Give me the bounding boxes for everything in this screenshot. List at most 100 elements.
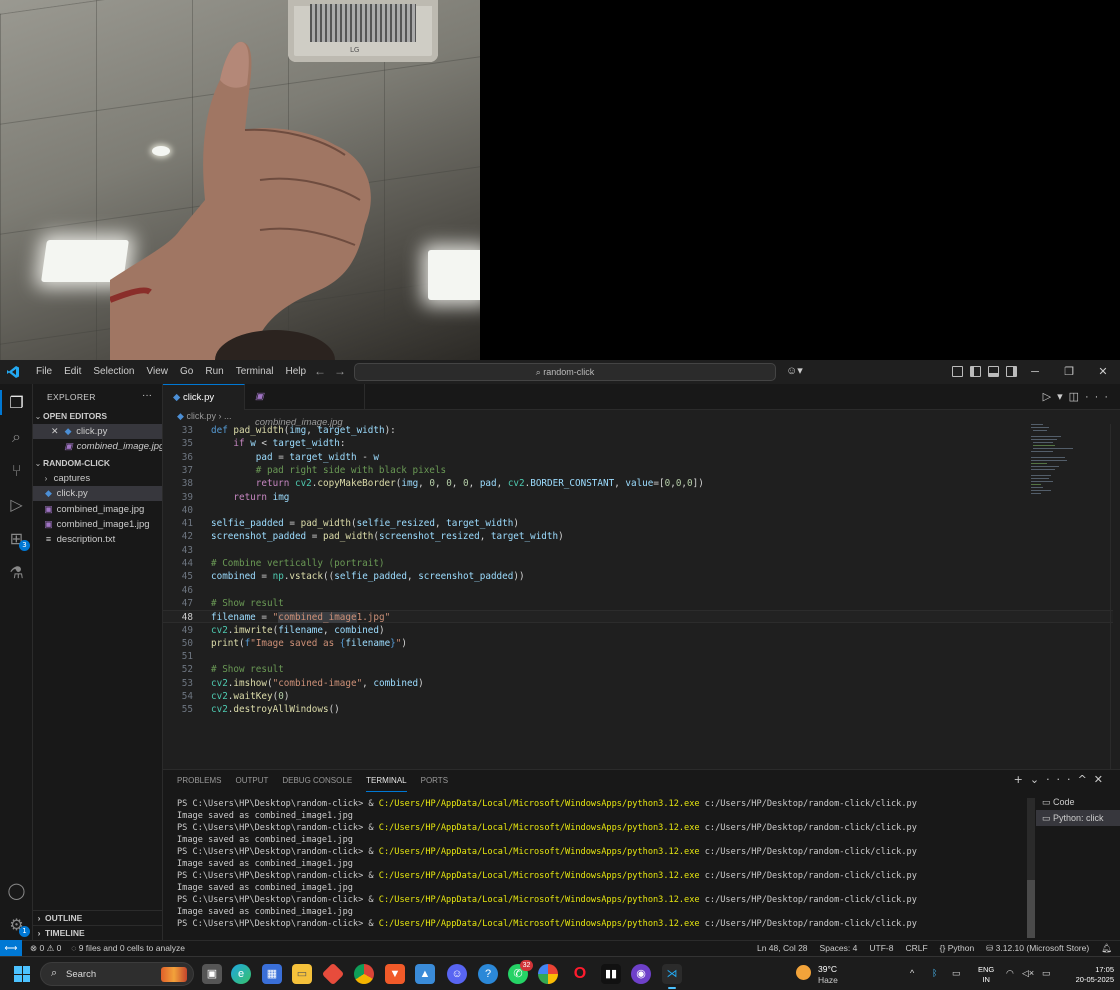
- chevron-down-icon[interactable]: ⌄: [1030, 773, 1046, 786]
- pinwheel-app-icon[interactable]: [538, 964, 558, 984]
- sidebar-bottom-sections: › OUTLINE › TIMELINE: [33, 910, 163, 940]
- folder-item-captures[interactable]: › captures: [33, 471, 162, 486]
- task-view-icon[interactable]: ▣: [202, 964, 222, 984]
- windows-start-icon[interactable]: [14, 966, 30, 982]
- copilot-icon[interactable]: ☺▾: [786, 364, 803, 377]
- wifi-icon[interactable]: ◠: [1006, 968, 1014, 979]
- menu-help[interactable]: Help: [280, 360, 313, 384]
- minimap[interactable]: [1029, 422, 1089, 502]
- source-control-icon[interactable]: ⑂: [6, 460, 27, 481]
- run-debug-icon[interactable]: ▷: [6, 494, 27, 515]
- vscode-taskbar-icon[interactable]: ⋊: [662, 964, 682, 989]
- terminal-item-code[interactable]: ▭ Code: [1036, 794, 1120, 810]
- terminal-item-python[interactable]: ▭ Python: click: [1036, 810, 1120, 826]
- breadcrumb-more[interactable]: ...: [224, 411, 232, 421]
- language-mode[interactable]: {} Python: [940, 941, 975, 956]
- back-arrow-icon[interactable]: ←: [314, 364, 334, 378]
- testing-icon[interactable]: ⚗: [6, 562, 27, 583]
- menu-file[interactable]: File: [30, 360, 58, 384]
- menu-run[interactable]: Run: [199, 360, 229, 384]
- new-terminal-icon[interactable]: +: [1014, 773, 1030, 786]
- explorer-icon[interactable]: ❐: [0, 390, 27, 415]
- split-editor-icon[interactable]: ◫: [1069, 391, 1085, 403]
- terminal-scrollbar[interactable]: [1027, 798, 1035, 938]
- cursor-position[interactable]: Ln 48, Col 28: [757, 941, 808, 956]
- breadcrumb-file[interactable]: click.py: [186, 411, 216, 421]
- menu-edit[interactable]: Edit: [58, 360, 87, 384]
- terminal-output[interactable]: PS C:\Users\HP\Desktop\random-click> & C…: [177, 798, 1027, 930]
- tab-click-py[interactable]: ◆ click.py: [163, 384, 245, 410]
- forward-arrow-icon[interactable]: →: [334, 364, 354, 378]
- tab-terminal[interactable]: TERMINAL: [366, 770, 407, 792]
- file-item[interactable]: ◆ click.py: [33, 486, 162, 501]
- app-diamond-icon[interactable]: [321, 962, 345, 986]
- bluetooth-icon[interactable]: ᛒ: [932, 968, 937, 978]
- extensions-icon[interactable]: ⊞ 3: [6, 528, 30, 551]
- account-icon[interactable]: ◯: [6, 880, 27, 901]
- more-actions-icon[interactable]: ···: [1085, 391, 1114, 403]
- display-icon[interactable]: ▭: [952, 968, 961, 979]
- show-hidden-icons-icon[interactable]: ^: [910, 968, 914, 978]
- search-icon[interactable]: ⌕: [6, 426, 27, 447]
- toggle-panel-icon[interactable]: [988, 366, 999, 377]
- tab-output[interactable]: OUTPUT: [235, 770, 268, 792]
- minimize-icon[interactable]: ─: [1018, 360, 1052, 384]
- photos-app-icon[interactable]: ▲: [415, 964, 435, 984]
- volume-muted-icon[interactable]: ◁×: [1022, 968, 1034, 979]
- folder-section[interactable]: ⌄ RANDOM-CLICK: [33, 456, 162, 471]
- menu-terminal[interactable]: Terminal: [230, 360, 280, 384]
- edge-icon[interactable]: e: [231, 964, 251, 984]
- taskbar-search[interactable]: ⌕ Search: [40, 962, 194, 986]
- restore-icon[interactable]: ❐: [1052, 360, 1086, 384]
- python-interpreter[interactable]: ⛁ 3.12.10 (Microsoft Store): [986, 941, 1089, 956]
- battery-icon[interactable]: ▭: [1042, 968, 1051, 979]
- command-center-search[interactable]: ⌕ random-click: [354, 363, 776, 381]
- open-editors-section[interactable]: ⌄ OPEN EDITORS: [33, 409, 162, 424]
- open-editor-item[interactable]: ✕ ◆ click.py: [33, 424, 162, 439]
- maximize-panel-icon[interactable]: ^: [1078, 773, 1094, 786]
- opera-icon[interactable]: O: [570, 964, 590, 984]
- language-indicator[interactable]: ENG IN: [978, 965, 994, 985]
- notifications-icon[interactable]: 🔔︎: [1101, 941, 1112, 956]
- close-panel-icon[interactable]: ✕: [1094, 773, 1110, 786]
- more-actions-icon[interactable]: ···: [1046, 773, 1078, 786]
- tab-problems[interactable]: PROBLEMS: [177, 770, 221, 792]
- menu-view[interactable]: View: [141, 360, 175, 384]
- toggle-secondary-sidebar-icon[interactable]: [1006, 366, 1017, 377]
- problems-indicator[interactable]: ⊗ 0 ⚠ 0: [30, 941, 61, 956]
- end-of-line[interactable]: CRLF: [905, 941, 927, 956]
- audio-app-icon[interactable]: ▮▮: [601, 964, 621, 984]
- analysis-status[interactable]: ◌ 9 files and 0 cells to analyze: [71, 941, 185, 956]
- tab-combined-image[interactable]: ▣ combined_image.jpg: [245, 384, 365, 428]
- close-icon[interactable]: ✕: [1086, 360, 1120, 384]
- more-actions-icon[interactable]: ···: [142, 390, 152, 401]
- menu-selection[interactable]: Selection: [87, 360, 140, 384]
- brave-icon[interactable]: ▼: [385, 964, 405, 984]
- run-python-file-icon[interactable]: ▷▾: [1043, 391, 1069, 403]
- tab-ports[interactable]: PORTS: [421, 770, 448, 792]
- github-icon[interactable]: ◉: [631, 964, 651, 984]
- file-item[interactable]: ≡ description.txt: [33, 532, 162, 547]
- customize-layout-icon[interactable]: [952, 366, 963, 377]
- menu-go[interactable]: Go: [174, 360, 199, 384]
- toggle-primary-sidebar-icon[interactable]: [970, 366, 981, 377]
- close-editor-icon[interactable]: ✕: [51, 426, 59, 436]
- file-item[interactable]: ▣ combined_image1.jpg: [33, 517, 162, 532]
- chrome-icon[interactable]: [354, 964, 374, 984]
- discord-icon[interactable]: ☺: [447, 964, 467, 984]
- help-app-icon[interactable]: ?: [478, 964, 498, 984]
- outline-section[interactable]: › OUTLINE: [33, 910, 163, 925]
- tab-debug-console[interactable]: DEBUG CONSOLE: [282, 770, 352, 792]
- encoding[interactable]: UTF-8: [869, 941, 893, 956]
- indentation[interactable]: Spaces: 4: [820, 941, 858, 956]
- open-editor-item[interactable]: ▣ combined_image.jpg: [33, 439, 162, 454]
- editor-scrollbar[interactable]: [1110, 424, 1120, 769]
- settings-gear-icon[interactable]: ⚙ 1: [6, 914, 30, 937]
- timeline-section[interactable]: › TIMELINE: [33, 925, 163, 940]
- remote-icon[interactable]: ⟷: [0, 940, 22, 956]
- store-icon[interactable]: ▦: [262, 964, 282, 984]
- clock[interactable]: 17:05 20-05-2025: [1068, 965, 1114, 985]
- file-item[interactable]: ▣ combined_image.jpg: [33, 502, 162, 517]
- file-explorer-icon[interactable]: ▭: [292, 964, 312, 984]
- whatsapp-icon[interactable]: ✆ 32: [508, 960, 533, 984]
